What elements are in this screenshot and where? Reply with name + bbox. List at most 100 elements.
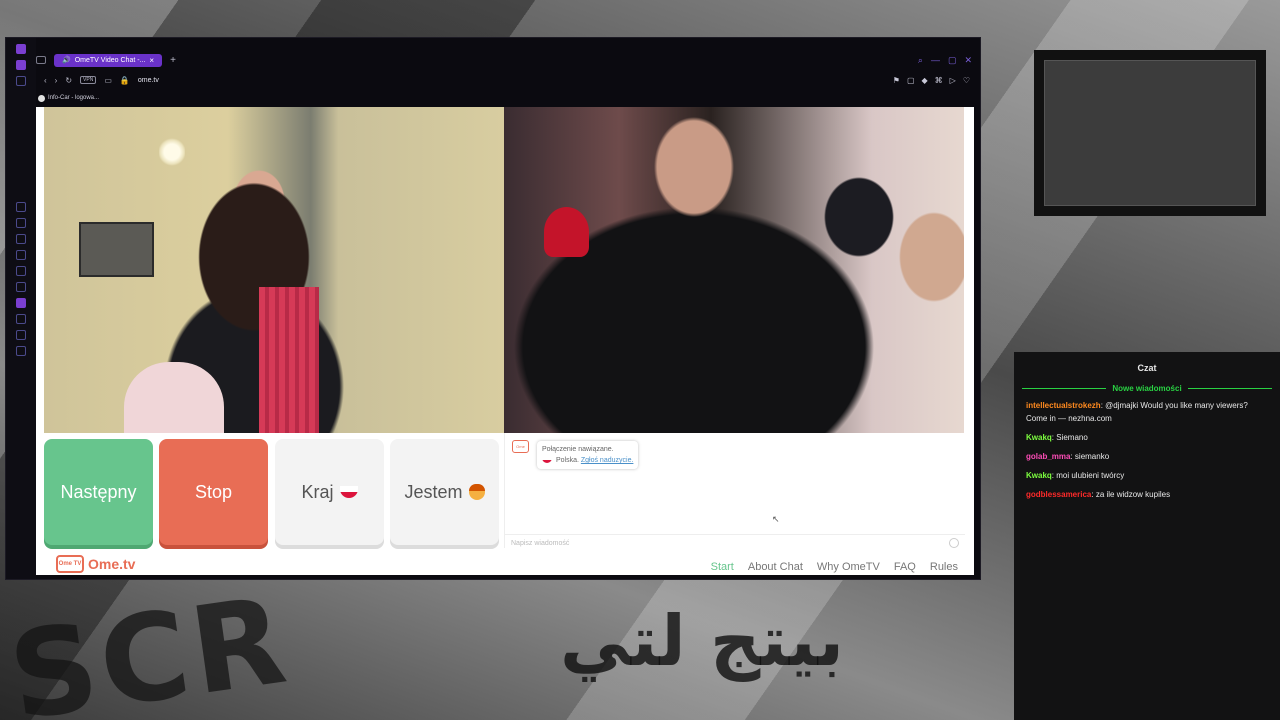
lock-icon: 🔒 [119,75,130,85]
address-actions: ⚑ ▢ ◆ ⌘ ▷ ♡ [893,76,980,85]
tab-speaker-icon: 🔊 [62,57,71,64]
connection-status: Połączenie nawiązane. Polska. Zgłoś nadu… [537,441,639,469]
emoji-picker-icon[interactable] [949,538,959,548]
next-button[interactable]: Następny [44,439,153,545]
chat-username: godblessamerica [1026,490,1092,499]
chat-message: godblessamerica: za ile widzow kupiles [1026,488,1268,501]
settings-icon[interactable] [16,346,26,356]
chat-username: Kwakq [1026,471,1052,480]
camera-icon[interactable]: ▭ [104,76,112,85]
chat-messages: intellectualstrokezh: @djmajki Would you… [1014,393,1280,513]
minimize-icon[interactable]: — [931,55,940,66]
chat-text: : siemanko [1070,452,1110,461]
chat-username: intellectualstrokezh [1026,401,1101,410]
ometv-chat-logo-icon: Ome [512,440,529,453]
stop-button[interactable]: Stop [159,439,268,545]
twitch-icon[interactable] [16,218,26,228]
brand-name: Ome.tv [88,556,136,572]
new-tab-button[interactable]: + [170,55,176,66]
tab-close-icon[interactable]: × [149,56,154,65]
nav-why-ometv[interactable]: Why OmeTV [817,561,880,573]
self-video [44,107,504,433]
discord-icon[interactable] [16,234,26,244]
site-footer: Ome TV Ome.tv Start About Chat Why OmeTV… [36,551,974,575]
country-button-label: Kraj [301,481,334,502]
app-icon[interactable] [16,282,26,292]
person-knee [124,362,224,433]
bookmark-item[interactable]: Info-Car - logowa... [48,95,99,101]
chat-text: : moi ulubieni twórcy [1051,471,1125,480]
red-object [544,207,589,257]
status-connected: Połączenie nawiązane. [542,446,614,453]
chat-message: golab_mma: siemanko [1026,450,1268,463]
status-country: Polska. [555,457,579,464]
history-icon[interactable] [16,314,26,324]
translate-icon[interactable]: ⌘ [935,76,943,85]
chat-message: Kwakq: Siemano [1026,431,1268,444]
tiktok-icon[interactable] [16,266,26,276]
message-placeholder: Napisz wiadomość [511,539,570,547]
chat-username: Kwakq [1026,433,1052,442]
tab-label: OmeTV Video Chat -... [74,56,146,64]
partner-video [504,107,964,433]
chat-title: Czat [1137,363,1157,373]
bookmarks-bar: Info-Car - logowa... [38,92,99,104]
messenger-icon[interactable] [16,202,26,212]
chat-username: golab_mma [1026,452,1071,461]
nav-start[interactable]: Start [711,561,734,573]
gender-button-label: Jestem [404,481,463,502]
streamer-cam [1044,60,1256,206]
background-arabic-text: بيتج لتي [560,600,844,682]
nav-faq[interactable]: FAQ [894,561,916,573]
stream-chat-panel: Czat Nowe wiadomości intellectualstrokez… [1014,352,1280,720]
wall-picture [79,222,154,277]
poland-mini-flag-icon [542,457,552,464]
tab-menu-icon[interactable] [36,56,46,64]
footer-nav: Start About Chat Why OmeTV FAQ Rules [711,561,958,573]
tab-ometv[interactable]: 🔊 OmeTV Video Chat -... × [54,53,163,67]
download-icon[interactable] [16,330,26,340]
screenshot-icon[interactable]: ▢ [907,76,915,85]
workspace-icon[interactable] [16,76,26,86]
streamer-cam-frame [1034,50,1266,216]
stop-button-label: Stop [194,481,233,502]
report-abuse-link[interactable]: Zgłoś naduzycie. [581,457,634,464]
site-logo[interactable]: Ome TV Ome.tv [56,555,135,573]
reload-icon[interactable]: ↻ [65,76,72,85]
person-hair [259,287,319,433]
browser-sidebar [6,38,36,579]
search-icon[interactable]: ⌕ [918,55,923,66]
close-icon[interactable]: ✕ [964,55,972,66]
back-icon[interactable]: ‹ [44,76,47,85]
nav-rules[interactable]: Rules [930,561,958,573]
message-input[interactable]: Napisz wiadomość [505,534,965,551]
bookmark-icon[interactable]: ⚑ [893,76,900,85]
chat-text: : Siemano [1051,433,1088,442]
mouse-cursor-icon: ↖ [772,514,780,524]
play-icon[interactable]: ▷ [950,76,956,85]
tv-logo-icon: Ome TV [56,555,84,573]
shield-icon[interactable]: ◆ [922,76,928,85]
chat-message: Kwakq: moi ulubieni twórcy [1026,469,1268,482]
tab-bar: 🔊 OmeTV Video Chat -... × + ⌕ — ▢ ✕ [36,52,980,68]
nav-about-chat[interactable]: About Chat [748,561,803,573]
lamp-light [159,137,185,167]
bookmark-favicon-icon [38,94,45,102]
next-button-label: Następny [60,481,137,502]
country-button[interactable]: Kraj [275,439,384,545]
gender-button[interactable]: Jestem [390,439,499,545]
home-icon[interactable] [16,60,26,70]
heart-icon[interactable]: ♡ [963,76,970,85]
new-messages-label: Nowe wiadomości [1112,384,1182,393]
boy-emoji-icon [468,484,485,500]
vpn-badge[interactable]: VPN [80,76,97,84]
browser-logo-icon[interactable] [16,44,26,54]
maximize-icon[interactable]: ▢ [948,55,957,66]
text-chat: Ome Połączenie nawiązane. Polska. Zgłoś … [504,433,965,551]
instagram-icon[interactable] [16,250,26,260]
forward-icon[interactable]: › [55,76,58,85]
music-icon[interactable] [16,298,26,308]
url-input[interactable]: ome.tv [138,77,159,84]
chat-message: intellectualstrokezh: @djmajki Would you… [1026,399,1268,425]
chat-text: : za ile widzow kupiles [1091,490,1171,499]
